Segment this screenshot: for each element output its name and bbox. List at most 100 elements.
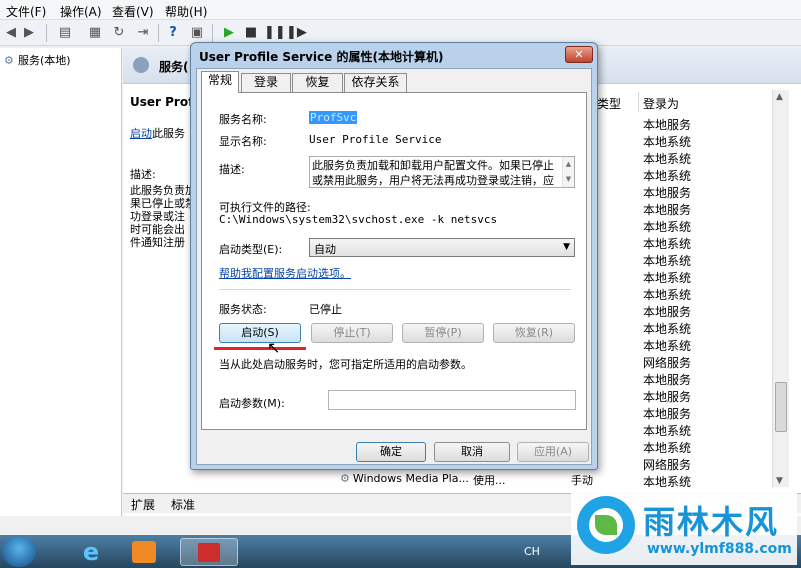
gear-icon: ⚙	[4, 54, 14, 67]
dialog-body: 常规 登录 恢复 依存关系 服务名称: ProfSvc 显示名称: User P…	[196, 68, 592, 465]
pause-button[interactable]: 暂停(P)	[402, 323, 484, 343]
gear-icon	[133, 57, 149, 73]
menu-file[interactable]: 文件(F)	[6, 3, 46, 20]
service-status-value: 已停止	[309, 303, 342, 316]
login-cell[interactable]: 本地系统	[643, 286, 691, 303]
desc-action-suffix: 此服务	[152, 127, 185, 140]
login-cell[interactable]: 本地系统	[643, 167, 691, 184]
login-cell[interactable]: 本地服务	[643, 388, 691, 405]
row-description: 使用...	[473, 474, 506, 487]
scroll-thumb[interactable]	[775, 382, 787, 432]
menu-view[interactable]: 查看(V)	[112, 3, 154, 20]
column-header-type[interactable]: 类型	[597, 95, 621, 112]
table-row[interactable]: ⚙ Windows Media Pla... 使用... 手动	[340, 472, 593, 487]
service-name-value[interactable]: ProfSvc	[309, 111, 358, 124]
play-icon[interactable]: ▶	[220, 24, 238, 42]
start-service-link[interactable]: 启动	[130, 127, 152, 140]
tree-item-label: 服务(本地)	[18, 54, 71, 67]
resume-button[interactable]: 恢复(R)	[493, 323, 575, 343]
column-header-login[interactable]: 登录为	[643, 95, 679, 112]
login-cell[interactable]: 本地服务	[643, 201, 691, 218]
tab-logon[interactable]: 登录	[241, 73, 291, 92]
restart-icon[interactable]: ❚▶	[286, 24, 307, 42]
scroll-up-icon[interactable]: ▲	[566, 160, 571, 168]
export-icon[interactable]: ⇥	[134, 24, 152, 42]
cancel-button[interactable]: 取消	[434, 442, 510, 462]
menu-action[interactable]: 操作(A)	[60, 3, 102, 20]
description-scrollbar[interactable]: ▲ ▼	[562, 157, 574, 187]
login-cell[interactable]: 本地系统	[643, 133, 691, 150]
login-cell[interactable]: 本地系统	[643, 337, 691, 354]
gear-icon: ⚙	[340, 472, 350, 485]
tab-dependencies[interactable]: 依存关系	[344, 73, 407, 92]
services-taskbar-icon[interactable]	[180, 538, 238, 566]
login-cell[interactable]: 本地服务	[643, 303, 691, 320]
row-startup-type: 手动	[571, 474, 593, 487]
view-icon[interactable]: ▣	[188, 24, 206, 42]
forward-icon[interactable]: ▶	[20, 24, 38, 42]
login-cell[interactable]: 本地服务	[643, 116, 691, 133]
desc-line: 件通知注册	[130, 236, 185, 249]
console-tree-icon[interactable]: ▤	[56, 24, 74, 42]
description-label: 描述:	[219, 163, 245, 176]
start-params-label: 启动参数(M):	[219, 397, 285, 410]
scroll-down-icon[interactable]: ▼	[566, 175, 571, 183]
start-hint: 当从此处启动服务时，您可指定所适用的启动参数。	[219, 358, 472, 371]
start-button-icon[interactable]	[2, 536, 36, 567]
display-name-value: User Profile Service	[309, 133, 442, 146]
tab-extended[interactable]: 扩展	[131, 496, 155, 513]
apply-button[interactable]: 应用(A)	[517, 442, 589, 462]
login-cell[interactable]: 本地系统	[643, 269, 691, 286]
login-cell[interactable]: 本地系统	[643, 218, 691, 235]
media-player-icon[interactable]	[122, 538, 180, 566]
leaf-icon	[595, 515, 617, 535]
description-box[interactable]: 此服务负责加载和卸载用户配置文件。如果已停止或禁用此服务，用户将无法再成功登录或…	[309, 156, 575, 188]
row-name: Windows Media Pla...	[352, 472, 469, 485]
startup-type-select[interactable]: 自动 ▼	[309, 238, 575, 257]
start-button[interactable]: 启动(S)	[219, 323, 301, 343]
stop-icon[interactable]: ■	[242, 24, 260, 42]
tab-general[interactable]: 常规	[201, 71, 239, 93]
login-cell[interactable]: 网络服务	[643, 354, 691, 371]
login-cell[interactable]: 本地系统	[643, 150, 691, 167]
media-player-shape	[132, 541, 156, 563]
console-tree: ⚙ 服务(本地)	[0, 48, 122, 516]
pause-icon[interactable]: ❚❚	[264, 24, 286, 42]
login-cell[interactable]: 本地系统	[643, 320, 691, 337]
close-button[interactable]: ✕	[565, 46, 593, 63]
toolbar-separator	[212, 24, 213, 42]
tree-item-services-local[interactable]: ⚙ 服务(本地)	[4, 52, 71, 68]
internet-explorer-icon[interactable]: e	[62, 538, 120, 566]
startup-type-label: 启动类型(E):	[219, 243, 283, 256]
chevron-down-icon: ▼	[563, 242, 570, 252]
scroll-down-icon[interactable]: ▼	[776, 476, 783, 486]
help-configure-link[interactable]: 帮助我配置服务启动选项。	[219, 265, 351, 281]
login-cell[interactable]: 本地系统	[643, 439, 691, 456]
service-name-label: 服务名称:	[219, 113, 267, 126]
vertical-scrollbar[interactable]: ▲ ▼	[772, 90, 789, 490]
refresh-icon[interactable]: ↻	[110, 24, 128, 42]
service-status-label: 服务状态:	[219, 303, 267, 316]
login-cell[interactable]: 本地服务	[643, 371, 691, 388]
start-params-input[interactable]	[328, 390, 576, 410]
login-cell[interactable]: 本地服务	[643, 184, 691, 201]
toolbar-separator	[46, 24, 47, 42]
tab-standard[interactable]: 标准	[171, 496, 195, 513]
login-cell[interactable]: 网络服务	[643, 456, 691, 473]
scroll-up-icon[interactable]: ▲	[776, 92, 783, 102]
ime-indicator[interactable]: CH	[524, 545, 540, 558]
tab-recovery[interactable]: 恢复	[292, 73, 343, 92]
login-cell[interactable]: 本地服务	[643, 405, 691, 422]
ok-button[interactable]: 确定	[356, 442, 426, 462]
stop-button[interactable]: 停止(T)	[311, 323, 393, 343]
help-icon[interactable]: ?	[164, 24, 182, 42]
login-cell[interactable]: 本地系统	[643, 235, 691, 252]
login-cell[interactable]: 本地系统	[643, 252, 691, 269]
general-tab-page: 服务名称: ProfSvc 显示名称: User Profile Service…	[201, 92, 587, 430]
highlight-underline	[214, 347, 306, 350]
login-cell[interactable]: 本地系统	[643, 422, 691, 439]
properties-icon[interactable]: ▦	[86, 24, 104, 42]
column-divider[interactable]	[638, 92, 639, 112]
back-icon[interactable]: ◀	[2, 24, 20, 42]
menu-help[interactable]: 帮助(H)	[165, 3, 207, 20]
